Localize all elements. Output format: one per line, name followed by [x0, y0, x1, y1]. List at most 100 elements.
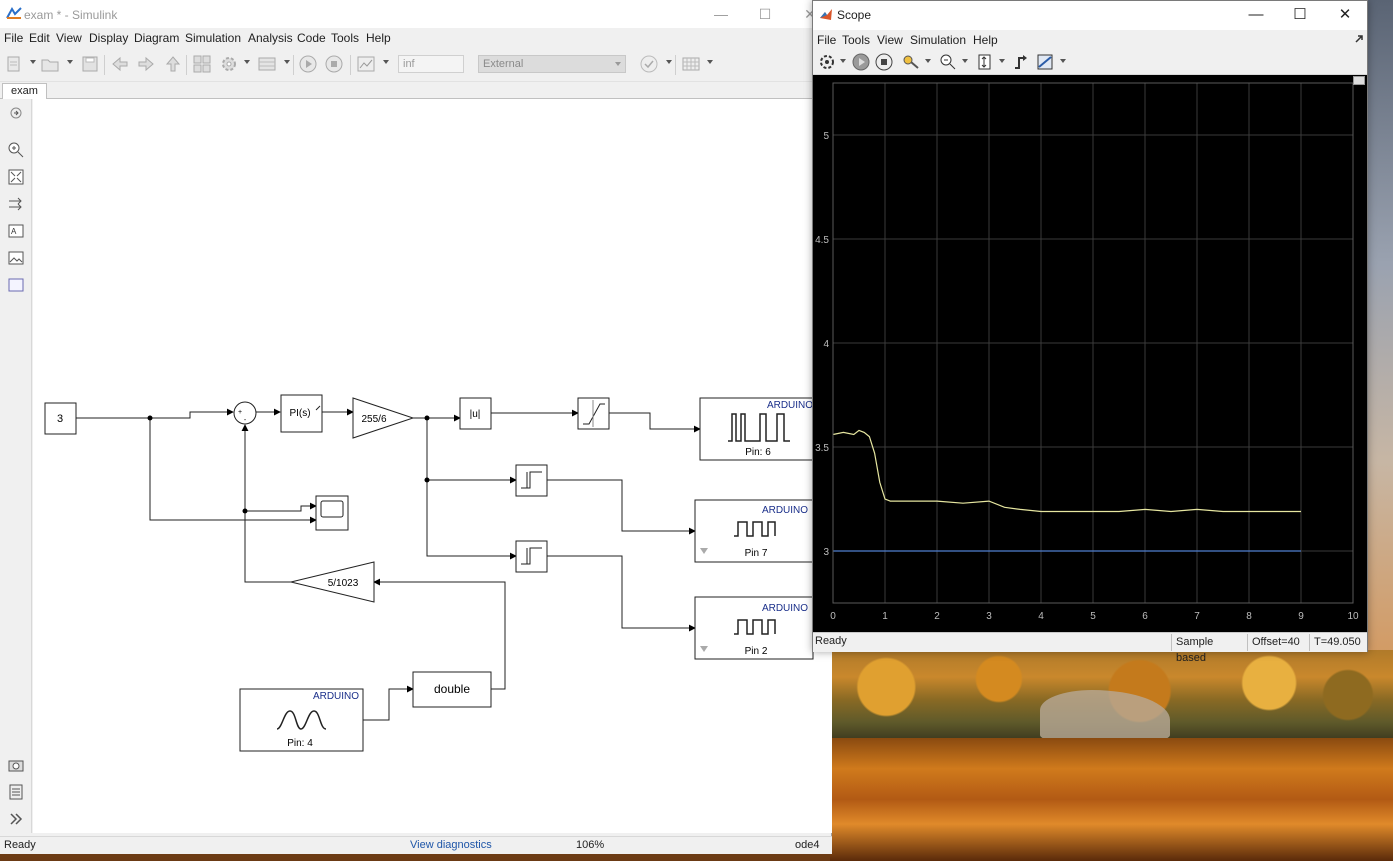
check-icon[interactable]: [639, 54, 659, 74]
menu-code[interactable]: Code: [297, 31, 326, 45]
scale-axes-icon[interactable]: [975, 52, 995, 72]
constant-block[interactable]: 3: [44, 402, 77, 435]
scope-plot-area[interactable]: 0 1 2 3 4 5 6 7 8 9 10 3 3.5 4 4.5 5: [813, 75, 1367, 632]
maximize-icon[interactable]: ☐: [750, 4, 780, 24]
menu-simulation[interactable]: Simulation: [185, 31, 241, 45]
status-ready: Ready: [4, 839, 36, 851]
maximize-icon[interactable]: ☐: [1285, 5, 1315, 25]
signal-line: [832, 429, 1301, 513]
close-icon[interactable]: ✕: [1330, 5, 1360, 25]
property-inspector-icon[interactable]: [7, 783, 25, 801]
digital-pin2-label: Pin 2: [745, 646, 768, 657]
data-inspector-icon[interactable]: [356, 54, 376, 74]
scope-menu-help[interactable]: Help: [973, 33, 998, 47]
library-browser-icon[interactable]: [192, 54, 212, 74]
scope-menu-simulation[interactable]: Simulation: [910, 33, 966, 47]
y-tick-label: 3: [823, 547, 829, 558]
fit-to-view-icon[interactable]: [7, 168, 25, 186]
tab-exam[interactable]: exam: [2, 83, 47, 99]
x-tick-label: 9: [1298, 611, 1304, 622]
menu-edit[interactable]: Edit: [29, 31, 50, 45]
minimize-icon[interactable]: —: [1241, 5, 1271, 25]
scope-block[interactable]: [315, 495, 349, 531]
stop-icon[interactable]: [324, 54, 344, 74]
gear-icon[interactable]: [817, 52, 837, 72]
menu-diagram[interactable]: Diagram: [134, 31, 179, 45]
back-arrow-icon[interactable]: [110, 54, 130, 74]
block-diagram: 3 + - PI(s) 255/6 |u| 5/1023 double ARDU…: [44, 394, 814, 752]
x-tick-label: 2: [934, 611, 940, 622]
save-icon[interactable]: [80, 54, 100, 74]
sum-block[interactable]: + -: [233, 401, 257, 425]
menu-help[interactable]: Help: [366, 31, 391, 45]
simulation-mode-select[interactable]: External: [478, 55, 626, 73]
data-type-conversion-block[interactable]: double: [412, 671, 492, 708]
model-canvas[interactable]: 3 + - PI(s) 255/6 |u| 5/1023 double ARDU…: [33, 99, 832, 833]
annotation-icon[interactable]: A: [7, 222, 25, 240]
sum-plus-sign: +: [238, 409, 242, 416]
image-icon[interactable]: [7, 249, 25, 267]
scope-menubar: File Tools View Simulation Help: [813, 30, 1367, 49]
menu-tools[interactable]: Tools: [331, 31, 359, 45]
relay-block-1[interactable]: [515, 464, 548, 497]
scope-toolbar: [813, 49, 1367, 75]
menu-view[interactable]: View: [56, 31, 82, 45]
arduino-label: ARDUINO: [313, 691, 359, 702]
pi-controller-block[interactable]: PI(s): [280, 394, 323, 433]
arduino-digital-pin2-block[interactable]: ARDUINO Pin 2: [694, 596, 814, 660]
hide-explorer-icon[interactable]: [7, 104, 25, 122]
abs-block[interactable]: |u|: [459, 397, 492, 430]
menu-file[interactable]: File: [4, 31, 23, 45]
scope-titlebar[interactable]: Scope — ☐ ✕: [813, 1, 1367, 30]
view-diagnostics-link[interactable]: View diagnostics: [410, 839, 492, 851]
new-model-icon[interactable]: [4, 54, 24, 74]
arduino-label: ARDUINO: [762, 603, 808, 614]
arduino-pwm-pin6-block[interactable]: ARDUINO Pin: 6: [699, 397, 814, 461]
minimize-icon[interactable]: —: [706, 4, 736, 24]
relay-block-2[interactable]: [515, 540, 548, 573]
run-icon[interactable]: [851, 52, 871, 72]
gain-block[interactable]: 255/6: [352, 397, 415, 439]
time-offset: Offset=40: [1247, 634, 1309, 651]
arduino-analog-input-block[interactable]: ARDUINO Pin: 4: [239, 688, 364, 752]
simulink-window-title: exam * - Simulink: [24, 8, 118, 22]
simulink-titlebar[interactable]: exam * - Simulink — ☐ ✕: [0, 0, 832, 28]
x-tick-label: 0: [830, 611, 836, 622]
scope-statusbar: Ready Sample based Offset=40 T=49.050: [813, 632, 1367, 664]
arrows-icon[interactable]: [7, 195, 25, 213]
stop-icon[interactable]: [874, 52, 894, 72]
x-tick-label: 10: [1347, 611, 1359, 622]
abs-label: |u|: [470, 409, 481, 420]
up-arrow-icon[interactable]: [163, 54, 183, 74]
zoom-in-icon[interactable]: [7, 141, 25, 159]
block-palette: A: [0, 99, 32, 833]
run-icon[interactable]: [298, 54, 318, 74]
screenshot-icon[interactable]: [7, 756, 25, 774]
dock-arrow-icon[interactable]: [1354, 34, 1364, 44]
triggers-icon[interactable]: [1011, 52, 1031, 72]
open-folder-icon[interactable]: [40, 54, 60, 74]
zoom-icon[interactable]: [938, 52, 958, 72]
area-icon[interactable]: [7, 276, 25, 294]
forward-arrow-icon[interactable]: [136, 54, 156, 74]
saturation-block[interactable]: [577, 397, 610, 430]
arduino-digital-pin7-block[interactable]: ARDUINO Pin 7: [694, 499, 814, 563]
expand-chevron-icon[interactable]: [7, 810, 25, 828]
scope-menu-tools[interactable]: Tools: [842, 33, 870, 47]
gear-icon[interactable]: [219, 54, 239, 74]
highlight-block-icon[interactable]: [901, 52, 921, 72]
measurements-icon[interactable]: [1035, 52, 1055, 72]
model-explorer-icon[interactable]: [257, 54, 277, 74]
build-grid-icon[interactable]: [681, 54, 701, 74]
x-tick-label: 3: [986, 611, 992, 622]
y-tick-label: 5: [823, 131, 829, 142]
scope-menu-view[interactable]: View: [877, 33, 903, 47]
undock-icon[interactable]: [1353, 76, 1365, 85]
scope-menu-file[interactable]: File: [817, 33, 836, 47]
menu-analysis[interactable]: Analysis: [248, 31, 293, 45]
menu-display[interactable]: Display: [89, 31, 128, 45]
stop-time-input[interactable]: inf: [398, 55, 464, 73]
feedback-gain-block[interactable]: 5/1023: [290, 561, 375, 603]
gain-value: 255/6: [361, 414, 386, 425]
scope-window: Scope — ☐ ✕ File Tools View Simulation H…: [812, 0, 1368, 664]
